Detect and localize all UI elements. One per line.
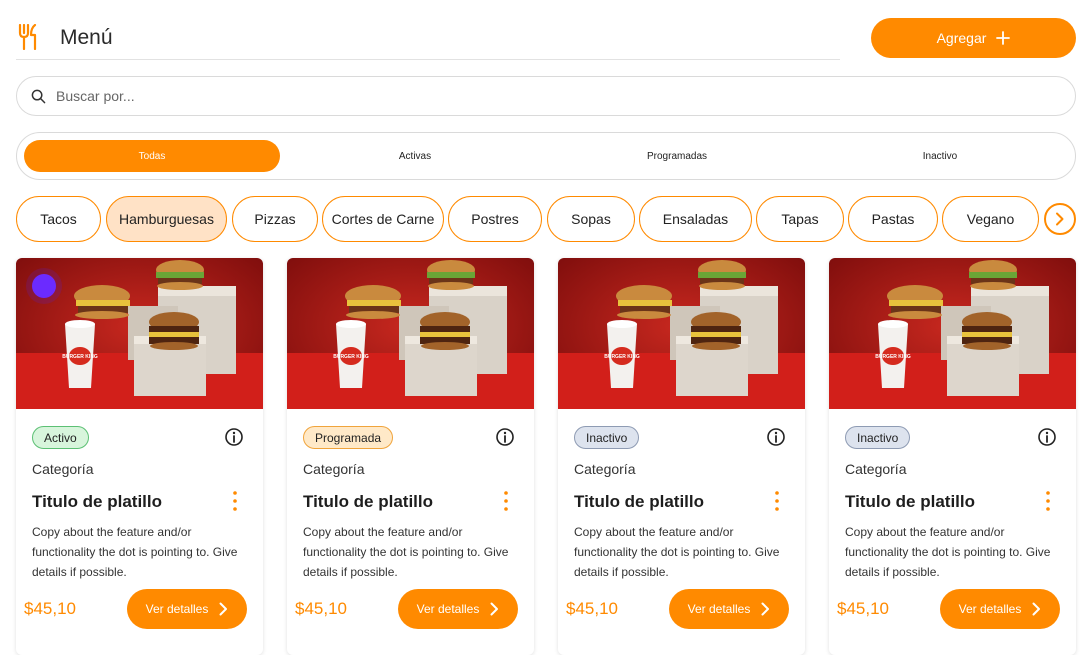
dish-price: $45,10 (566, 599, 618, 618)
chip-tapas[interactable]: Tapas (756, 196, 844, 242)
more-options-icon[interactable] (229, 490, 241, 512)
search-input[interactable] (56, 88, 956, 104)
chevron-right-icon (1032, 602, 1041, 616)
info-icon[interactable] (224, 427, 244, 447)
chip-pizzas[interactable]: Pizzas (232, 196, 318, 242)
view-details-button[interactable]: Ver detalles (127, 589, 247, 629)
status-badge: Inactivo (574, 426, 640, 449)
dish-description: Copy about the feature and/or functional… (303, 525, 509, 579)
dish-title: Titulo de platillo (574, 492, 705, 511)
info-icon[interactable] (766, 427, 786, 447)
search-bar (16, 76, 1076, 116)
burger-combo-image: BURGER KING (558, 258, 805, 409)
chip-tacos[interactable]: Tacos (16, 196, 101, 242)
view-details-label: Ver detalles (416, 602, 480, 616)
dish-image: BURGER KING (829, 258, 1076, 409)
cup-logo-text: BURGER KING (333, 354, 369, 360)
tab-todas[interactable]: Todas (24, 140, 280, 172)
view-details-label: Ver detalles (958, 602, 1022, 616)
chevron-right-icon (761, 602, 770, 616)
dish-title: Titulo de platillo (303, 492, 434, 511)
cup-logo-text: BURGER KING (604, 354, 640, 360)
dish-category: Categoría (845, 461, 907, 477)
cup-logo-text: BURGER KING (875, 354, 911, 360)
chip-pastas[interactable]: Pastas (848, 196, 938, 242)
dish-card: BURGER KING Activo Categoría Titulo de p… (16, 258, 263, 655)
tab-activas[interactable]: Activas (285, 140, 545, 172)
view-details-button[interactable]: Ver detalles (940, 589, 1060, 629)
view-details-label: Ver detalles (687, 602, 751, 616)
dish-image: BURGER KING (558, 258, 805, 409)
status-badge: Programada (303, 426, 394, 449)
dish-image: BURGER KING (287, 258, 534, 409)
page-header: Menú (16, 18, 840, 60)
dish-category: Categoría (32, 461, 94, 477)
page-title: Menú (60, 25, 113, 49)
chip-ensaladas[interactable]: Ensaladas (639, 196, 752, 242)
dish-category: Categoría (303, 461, 365, 477)
dish-card: BURGER KING Programada Categoría Titulo … (287, 258, 534, 655)
dish-title: Titulo de platillo (845, 492, 976, 511)
dish-price: $45,10 (24, 599, 76, 618)
dish-card: BURGER KING Inactivo Categoría Titulo de… (829, 258, 1076, 655)
view-details-button[interactable]: Ver detalles (669, 589, 789, 629)
add-button-label: Agregar (936, 30, 987, 46)
view-details-button[interactable]: Ver detalles (398, 589, 518, 629)
info-icon[interactable] (495, 427, 515, 447)
chevron-right-icon (219, 602, 228, 616)
chips-next-button[interactable] (1044, 203, 1076, 235)
chip-hamburguesas[interactable]: Hamburguesas (106, 196, 227, 242)
dish-card: BURGER KING Inactivo Categoría Titulo de… (558, 258, 805, 655)
indicator-dot[interactable] (32, 274, 56, 298)
status-badge: Activo (32, 426, 89, 449)
burger-combo-image: BURGER KING (287, 258, 534, 409)
chip-sopas[interactable]: Sopas (547, 196, 635, 242)
dish-title: Titulo de platillo (32, 492, 163, 511)
more-options-icon[interactable] (771, 490, 783, 512)
info-icon[interactable] (1037, 427, 1057, 447)
more-options-icon[interactable] (500, 490, 512, 512)
dish-price: $45,10 (837, 599, 889, 618)
dish-image: BURGER KING (16, 258, 263, 409)
dish-description: Copy about the feature and/or functional… (32, 525, 238, 579)
dish-description: Copy about the feature and/or functional… (574, 525, 780, 579)
search-icon (31, 89, 46, 103)
chevron-right-icon (1056, 212, 1064, 226)
dish-category: Categoría (574, 461, 636, 477)
chip-cortes-de-carne[interactable]: Cortes de Carne (322, 196, 444, 242)
cup-logo-text: BURGER KING (62, 354, 98, 360)
chip-vegano[interactable]: Vegano (942, 196, 1039, 242)
status-tabs: Todas Activas Programadas Inactivo (16, 132, 1076, 180)
tab-programadas[interactable]: Programadas (547, 140, 807, 172)
more-options-icon[interactable] (1042, 490, 1054, 512)
chip-postres[interactable]: Postres (448, 196, 542, 242)
burger-combo-image: BURGER KING (829, 258, 1076, 409)
add-button[interactable]: Agregar (871, 18, 1076, 58)
category-chips: Tacos Hamburguesas Pizzas Cortes de Carn… (16, 196, 1076, 242)
plus-icon (996, 31, 1011, 45)
view-details-label: Ver detalles (145, 602, 209, 616)
dish-description: Copy about the feature and/or functional… (845, 525, 1051, 579)
dish-price: $45,10 (295, 599, 347, 618)
status-badge: Inactivo (845, 426, 911, 449)
fork-knife-icon (18, 23, 37, 50)
chevron-right-icon (490, 602, 499, 616)
tab-inactivo[interactable]: Inactivo (810, 140, 1070, 172)
